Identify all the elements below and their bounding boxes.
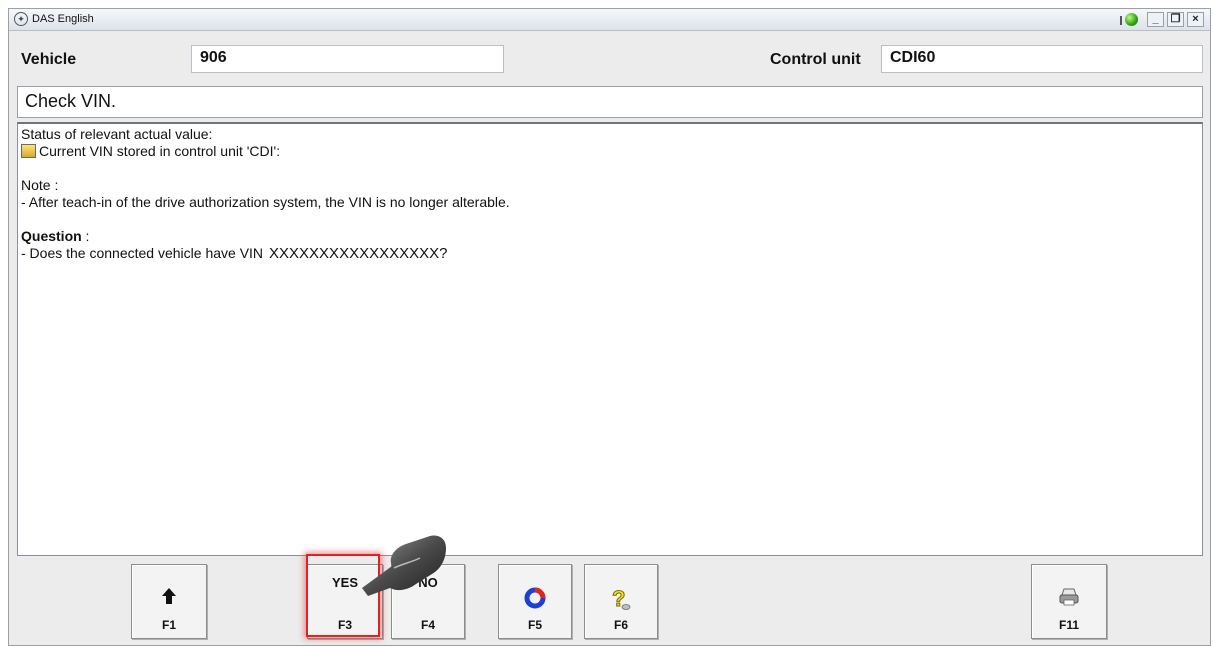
f1-label: F1 xyxy=(161,618,176,632)
f11-label: F11 xyxy=(1058,618,1079,632)
f11-print-button[interactable]: F11 xyxy=(1031,564,1107,639)
f1-back-button[interactable]: F1 xyxy=(131,564,207,639)
instruction-panel: Status of relevant actual value: Current… xyxy=(17,122,1203,556)
das-window: ✦ DAS English _ ❐ × Vehicle 906 Control … xyxy=(8,8,1211,646)
vin-value: XXXXXXXXXXXXXXXXX? xyxy=(269,245,448,262)
printer-icon xyxy=(1059,588,1079,606)
note-line: - After teach-in of the drive authorizat… xyxy=(21,194,510,210)
minimize-button[interactable]: _ xyxy=(1147,12,1164,27)
f6-label: F6 xyxy=(613,618,628,632)
question-heading-row: Question : xyxy=(21,228,1199,245)
note-heading: Note : xyxy=(21,177,59,193)
f5-label: F5 xyxy=(527,618,542,632)
restore-button[interactable]: ❐ xyxy=(1167,12,1184,27)
vehicle-label: Vehicle xyxy=(21,51,77,68)
question-text: - Does the connected vehicle have VIN xyxy=(21,245,264,261)
pointing-hand-icon xyxy=(362,535,446,596)
status-line-text: Current VIN stored in control unit 'CDI'… xyxy=(39,143,281,159)
question-colon: : xyxy=(81,228,90,244)
connection-status-icon xyxy=(1125,13,1138,26)
control-unit-field: CDI60 xyxy=(881,45,1203,73)
up-arrow-icon xyxy=(162,588,176,604)
f4-label: F4 xyxy=(420,618,435,632)
title-bar: ✦ DAS English _ ❐ × xyxy=(9,9,1210,31)
question-line: - Does the connected vehicle have VIN XXX… xyxy=(21,245,1199,262)
status-line: Current VIN stored in control unit 'CDI'… xyxy=(21,143,1199,160)
f6-help-button[interactable]: ? F6 xyxy=(584,564,658,639)
actual-value-icon[interactable] xyxy=(21,144,36,158)
vehicle-field: 906 xyxy=(191,45,504,73)
control-unit-label: Control unit xyxy=(770,51,861,68)
status-separator xyxy=(1120,16,1122,25)
f5-refresh-button[interactable]: F5 xyxy=(498,564,572,639)
refresh-icon xyxy=(524,587,546,609)
window-title: DAS English xyxy=(32,13,94,25)
question-heading: Question xyxy=(21,228,82,244)
step-title: Check VIN. xyxy=(17,86,1203,118)
mercedes-star-icon: ✦ xyxy=(14,12,28,26)
status-heading: Status of relevant actual value: xyxy=(21,126,213,142)
help-icon: ? xyxy=(612,587,631,611)
close-button[interactable]: × xyxy=(1187,12,1204,27)
